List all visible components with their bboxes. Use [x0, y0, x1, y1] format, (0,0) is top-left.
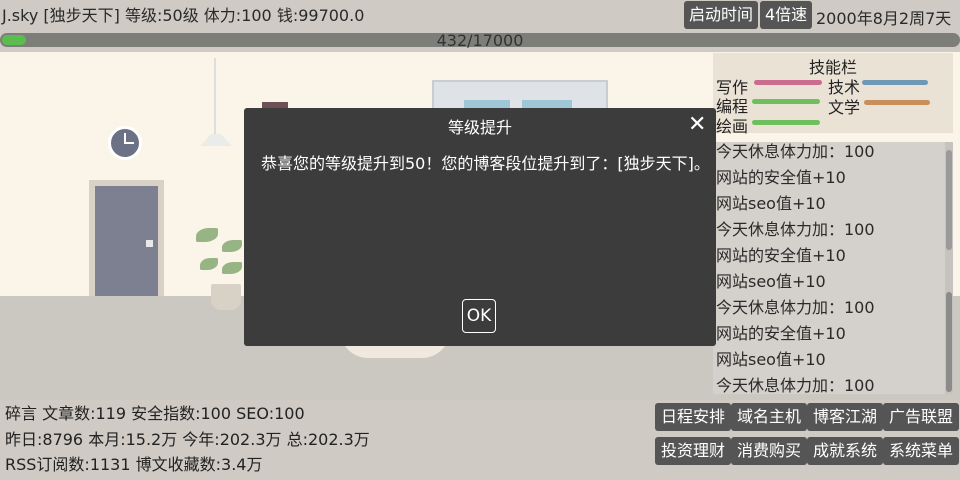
- domain-host-button[interactable]: 域名主机: [731, 403, 807, 431]
- ad-alliance-button[interactable]: 广告联盟: [883, 403, 959, 431]
- skill-label-literature: 文学: [828, 98, 861, 117]
- skill-bar-literature: [864, 100, 930, 105]
- dialog-message: 恭喜您的等级提升到50！您的博客段位提升到了：[独步天下]。: [261, 154, 710, 173]
- ok-button[interactable]: OK: [462, 299, 496, 333]
- blog-stats: 碎言 文章数:119 安全指数:100 SEO:100: [5, 404, 305, 423]
- log-line: 今天休息体力加：100: [716, 220, 875, 239]
- achievements-button[interactable]: 成就系统: [807, 437, 883, 465]
- log-line: 网站seo值+10: [716, 272, 826, 291]
- log-scrollbar-thumb[interactable]: [946, 292, 952, 392]
- close-icon[interactable]: ✕: [688, 112, 706, 137]
- log-line: 网站的安全值+10: [716, 324, 846, 343]
- lamp-cord: [214, 58, 216, 136]
- shopping-button[interactable]: 消费购买: [731, 437, 807, 465]
- skill-bar-writing: [754, 80, 822, 85]
- clock-hand: [124, 142, 134, 144]
- plant-pot-icon: [211, 284, 241, 310]
- investment-button[interactable]: 投资理财: [655, 437, 731, 465]
- speed-button[interactable]: 4倍速: [760, 1, 813, 29]
- exp-text: 432/17000: [436, 31, 524, 50]
- log-line: 今天休息体力加：100: [716, 142, 875, 161]
- skill-bar-programming: [752, 99, 820, 104]
- skill-label-drawing: 绘画: [716, 117, 749, 136]
- log-line: 网站的安全值+10: [716, 246, 846, 265]
- subscription-stats: RSS订阅数:1131 博文收藏数:3.4万: [5, 455, 263, 474]
- blog-world-button[interactable]: 博客江湖: [807, 403, 883, 431]
- log-scrollbar-thumb[interactable]: [946, 150, 952, 250]
- log-line: 网站seo值+10: [716, 350, 826, 369]
- start-time-button[interactable]: 启动时间: [684, 1, 759, 29]
- log-line: 今天休息体力加：100: [716, 298, 875, 317]
- system-menu-button[interactable]: 系统菜单: [883, 437, 959, 465]
- traffic-stats: 昨日:8796 本月:15.2万 今年:202.3万 总:202.3万: [5, 430, 370, 449]
- window-pane: [464, 100, 510, 108]
- log-line: 网站的安全值+10: [716, 168, 846, 187]
- schedule-button[interactable]: 日程安排: [655, 403, 731, 431]
- log-line: 今天休息体力加：100: [716, 376, 875, 395]
- player-status: J.sky [独步天下] 等级:50级 体力:100 钱:99700.0: [2, 6, 365, 25]
- game-date: 2000年8月2周7天: [816, 9, 952, 28]
- dialog-title: 等级提升: [447, 118, 512, 137]
- log-line: 网站seo值+10: [716, 194, 826, 213]
- door-knob: [146, 240, 153, 247]
- skill-bar-tech: [862, 80, 928, 85]
- skill-bar-drawing: [752, 120, 820, 125]
- window-pane: [522, 100, 572, 108]
